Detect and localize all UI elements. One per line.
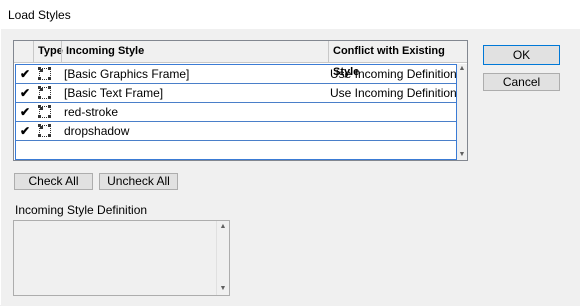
definition-scrollbar[interactable]: ▲ ▼ bbox=[216, 221, 229, 295]
styles-table[interactable]: Type Incoming Style Conflict with Existi… bbox=[13, 40, 468, 161]
object-style-icon bbox=[38, 105, 51, 118]
scroll-up-icon[interactable]: ▲ bbox=[217, 221, 229, 233]
table-rows: ✔ [Basic Graphics Frame] Use Incoming De… bbox=[15, 64, 457, 160]
incoming-style-name: [Basic Text Frame] bbox=[64, 86, 164, 100]
table-row[interactable]: ✔ dropshadow bbox=[16, 122, 456, 141]
object-style-icon bbox=[38, 67, 51, 80]
conflict-resolution[interactable]: Use Incoming Definition bbox=[330, 67, 457, 81]
table-header: Type Incoming Style Conflict with Existi… bbox=[14, 41, 467, 78]
row-checkbox[interactable]: ✔ bbox=[19, 106, 31, 118]
title-bar: Load Styles bbox=[0, 0, 580, 29]
table-row[interactable]: ✔ [Basic Text Frame] Use Incoming Defini… bbox=[16, 84, 457, 103]
header-check bbox=[14, 41, 33, 62]
table-row[interactable]: ✔ red-stroke bbox=[16, 103, 456, 122]
row-checkbox[interactable]: ✔ bbox=[19, 68, 31, 80]
header-incoming-style[interactable]: Incoming Style bbox=[61, 41, 328, 62]
check-all-button[interactable]: Check All bbox=[14, 173, 93, 190]
header-conflict[interactable]: Conflict with Existing Style bbox=[328, 41, 467, 78]
incoming-style-name: red-stroke bbox=[64, 105, 119, 119]
row-checkbox[interactable]: ✔ bbox=[19, 125, 31, 137]
conflict-resolution[interactable]: Use Incoming Definition bbox=[330, 86, 457, 100]
row-checkbox[interactable]: ✔ bbox=[19, 87, 31, 99]
uncheck-all-button[interactable]: Uncheck All bbox=[99, 173, 178, 190]
scroll-down-icon[interactable]: ▼ bbox=[457, 150, 467, 160]
object-style-icon bbox=[38, 124, 51, 137]
definition-textbox[interactable]: ▲ ▼ bbox=[13, 220, 230, 296]
ok-button[interactable]: OK bbox=[483, 45, 560, 65]
cancel-button[interactable]: Cancel bbox=[483, 73, 560, 91]
incoming-style-name: [Basic Graphics Frame] bbox=[64, 67, 190, 81]
table-row[interactable]: ✔ [Basic Graphics Frame] Use Incoming De… bbox=[16, 65, 457, 84]
incoming-style-name: dropshadow bbox=[64, 124, 130, 138]
table-scrollbar[interactable]: ▲ ▼ bbox=[457, 64, 467, 160]
scroll-up-icon[interactable]: ▲ bbox=[457, 64, 467, 74]
header-type[interactable]: Type bbox=[33, 41, 63, 62]
definition-label: Incoming Style Definition bbox=[15, 203, 148, 217]
scroll-down-icon[interactable]: ▼ bbox=[217, 283, 229, 295]
window-title: Load Styles bbox=[8, 8, 71, 22]
object-style-icon bbox=[38, 86, 51, 99]
